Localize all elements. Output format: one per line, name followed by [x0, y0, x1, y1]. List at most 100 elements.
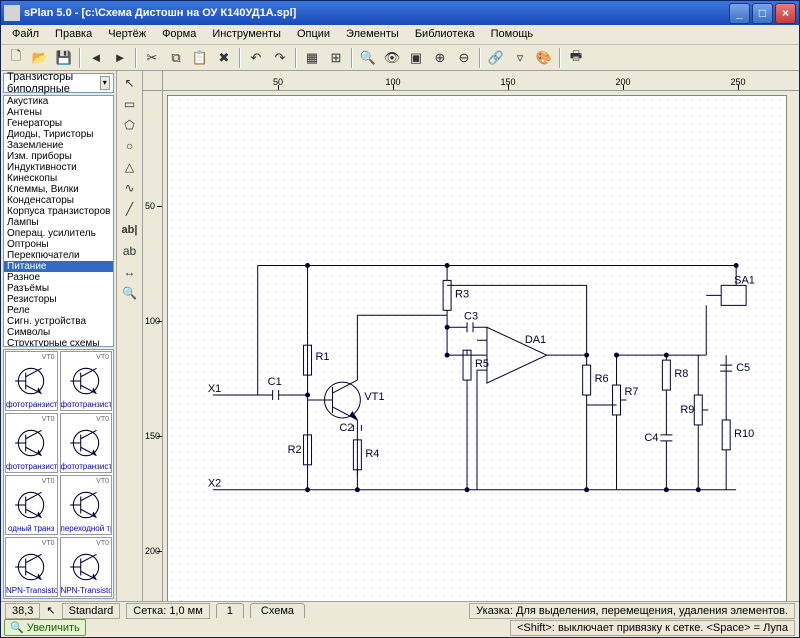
menu-help[interactable]: Помощь [484, 27, 541, 42]
undo-icon[interactable]: ↶ [245, 47, 267, 69]
schematic-canvas[interactable]: X1 C1 R1 VT1 R2 C2 [167, 95, 787, 601]
chevron-down-icon[interactable]: ▾ [100, 76, 110, 90]
schematic-svg: X1 C1 R1 VT1 R2 C2 [168, 96, 786, 601]
symbol-cell[interactable]: VT0фототранзистор [5, 413, 58, 473]
page-next-icon[interactable]: ► [109, 47, 131, 69]
svg-text:X1: X1 [208, 383, 221, 395]
pointer-tool-icon[interactable]: ↖ [119, 73, 141, 93]
category-item[interactable]: Структурные схемы [4, 338, 113, 347]
menu-file[interactable]: Файл [5, 27, 46, 42]
symbol-cell[interactable]: VT0переходной транз [60, 475, 113, 535]
close-button[interactable]: × [775, 3, 796, 24]
schema-tab[interactable]: Схема [250, 603, 305, 618]
status-pointer-icon: ↖ [46, 604, 55, 617]
redo-icon[interactable]: ↷ [269, 47, 291, 69]
ruler-vertical: 50100150200 [143, 91, 163, 601]
category-item[interactable]: Питание [4, 261, 113, 272]
save-icon[interactable]: 💾 [53, 47, 75, 69]
menu-options[interactable]: Опции [290, 27, 337, 42]
category-item[interactable]: Кинескопы [4, 173, 113, 184]
zoom-out-icon[interactable]: ⊖ [453, 47, 475, 69]
text-tool-icon[interactable]: ab [119, 241, 141, 261]
menu-library[interactable]: Библиотека [408, 27, 482, 42]
menu-edit[interactable]: Правка [48, 27, 99, 42]
link-icon[interactable]: 🔗 [485, 47, 507, 69]
svg-text:DA1: DA1 [525, 334, 546, 346]
svg-text:VT1: VT1 [364, 391, 384, 403]
zoom-fit-icon[interactable]: ▣ [405, 47, 427, 69]
zoom-badge[interactable]: 🔍 Увеличить [4, 619, 86, 636]
app-window: sPlan 5.0 - [c:\Схема Дистошн на ОУ К140… [0, 0, 800, 638]
separator [295, 48, 297, 68]
category-item[interactable]: Операц. усилитель [4, 228, 113, 239]
page-prev-icon[interactable]: ◄ [85, 47, 107, 69]
maximize-button[interactable]: □ [752, 3, 773, 24]
zoom-tool-icon[interactable]: 🔍 [119, 283, 141, 303]
filter-icon[interactable]: ▿ [509, 47, 531, 69]
category-item[interactable]: Диоды, Тиристоры [4, 129, 113, 140]
window-title: sPlan 5.0 - [c:\Схема Дистошн на ОУ К140… [24, 7, 727, 19]
category-item[interactable]: Генераторы [4, 118, 113, 129]
category-item[interactable]: Акустика [4, 96, 113, 107]
category-item[interactable]: Перекпючатели [4, 250, 113, 261]
svg-text:R1: R1 [316, 351, 330, 363]
category-item[interactable]: Конденсаторы [4, 195, 113, 206]
category-list[interactable]: АкустикаАнтеныГенераторыДиоды, Тиристоры… [3, 95, 114, 347]
category-item[interactable]: Резисторы [4, 294, 113, 305]
search-icon[interactable]: 🔍 [357, 47, 379, 69]
text-bold-tool-icon[interactable]: ab| [119, 220, 141, 240]
palette-icon[interactable]: 🎨 [533, 47, 555, 69]
symbol-cell[interactable]: VT0фототранзистор [60, 413, 113, 473]
curve-tool-icon[interactable]: ∿ [119, 178, 141, 198]
canvas-scroll[interactable]: X1 C1 R1 VT1 R2 C2 [163, 91, 799, 601]
marquee-tool-icon[interactable]: ▭ [119, 94, 141, 114]
category-item[interactable]: Оптроны [4, 239, 113, 250]
menu-drawing[interactable]: Чертёж [101, 27, 153, 42]
circle-tool-icon[interactable]: ○ [119, 136, 141, 156]
menu-tools[interactable]: Инструменты [205, 27, 288, 42]
category-item[interactable]: Лампы [4, 217, 113, 228]
symbol-cell[interactable]: VT0одный транз [5, 475, 58, 535]
symbol-cell[interactable]: VT0фототранзистор [60, 351, 113, 411]
category-item[interactable]: Сигн. устройства [4, 316, 113, 327]
symbol-grid[interactable]: VT0фототранзисторVT0фототранзисторVT0фот… [3, 349, 114, 599]
svg-text:R6: R6 [595, 373, 609, 385]
category-item[interactable]: Клеммы, Вилки [4, 184, 113, 195]
snap-icon[interactable]: ⊞ [325, 47, 347, 69]
category-item[interactable]: Заземление [4, 140, 113, 151]
menu-elements[interactable]: Элементы [339, 27, 406, 42]
line-tool-icon[interactable]: ╱ [119, 199, 141, 219]
category-item[interactable]: Корпуса транзисторов [4, 206, 113, 217]
status-hint: Указка: Для выделения, перемещения, удал… [469, 603, 795, 619]
page-tab[interactable]: 1 [216, 603, 244, 618]
triangle-tool-icon[interactable]: △ [119, 157, 141, 177]
polygon-tool-icon[interactable]: ⬠ [119, 115, 141, 135]
open-icon[interactable]: 📂 [29, 47, 51, 69]
category-item[interactable]: Индуктивности [4, 162, 113, 173]
svg-text:R10: R10 [734, 428, 754, 440]
zoom-in-icon[interactable]: ⊕ [429, 47, 451, 69]
category-item[interactable]: Разное [4, 272, 113, 283]
category-item[interactable]: Реле [4, 305, 113, 316]
category-item[interactable]: Символы [4, 327, 113, 338]
view-icon[interactable]: 👁 [381, 47, 403, 69]
delete-icon[interactable]: ✖ [213, 47, 235, 69]
category-combo[interactable]: Транзисторы биполярные ▾ [3, 73, 114, 93]
menu-form[interactable]: Форма [155, 27, 203, 42]
svg-text:C1: C1 [268, 376, 282, 388]
symbol-cell[interactable]: VT0фототранзистор [5, 351, 58, 411]
category-item[interactable]: Антены [4, 107, 113, 118]
cut-icon[interactable]: ✂ [141, 47, 163, 69]
copy-icon[interactable]: ⧉ [165, 47, 187, 69]
category-item[interactable]: Изм. приборы [4, 151, 113, 162]
separator [239, 48, 241, 68]
category-item[interactable]: Разъёмы [4, 283, 113, 294]
paste-icon[interactable]: 📋 [189, 47, 211, 69]
print-icon[interactable]: 🖶 [565, 47, 587, 69]
grid-icon[interactable]: ▦ [301, 47, 323, 69]
minimize-button[interactable]: _ [729, 3, 750, 24]
new-icon[interactable]: 🗋 [5, 47, 27, 69]
symbol-cell[interactable]: VT0NPN-Transistor [5, 537, 58, 597]
dimension-tool-icon[interactable]: ↔ [119, 262, 141, 282]
symbol-cell[interactable]: VT0NPN-Transistor [60, 537, 113, 597]
